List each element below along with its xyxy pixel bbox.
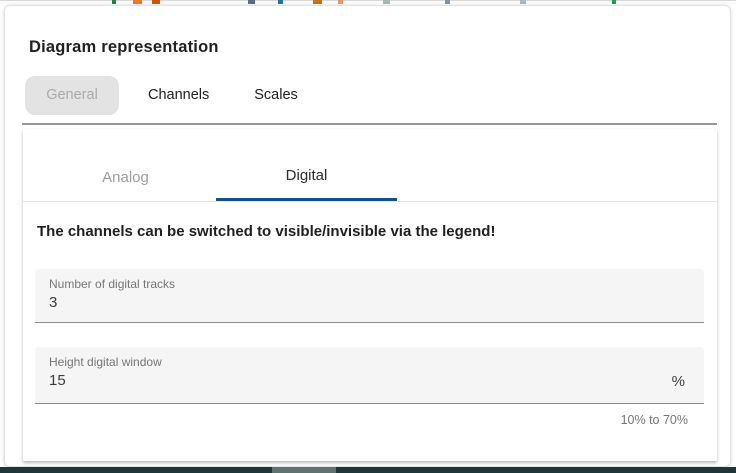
tab-general[interactable]: General <box>25 76 119 115</box>
legend-hint-message: The channels can be switched to visible/… <box>37 223 703 240</box>
number-of-digital-tracks-input[interactable] <box>49 291 656 311</box>
dialog-title: Diagram representation <box>29 38 219 57</box>
background-artifact <box>133 0 142 4</box>
background-page-bottom-edge <box>0 467 736 473</box>
background-artifact <box>383 0 390 4</box>
background-artifact <box>445 0 450 4</box>
diagram-representation-dialog: Diagram representation General Channels … <box>4 5 731 467</box>
number-of-digital-tracks-field: Number of digital tracks <box>35 269 704 323</box>
background-artifact <box>248 0 255 4</box>
background-artifact <box>152 0 160 4</box>
tab-scales[interactable]: Scales <box>254 87 298 103</box>
field-label: Height digital window <box>49 355 690 369</box>
height-digital-window-field: Height digital window % <box>35 347 704 404</box>
background-artifact <box>520 0 526 4</box>
tab-channels[interactable]: Channels <box>148 87 209 103</box>
dialog-tab-bar: General Channels Scales <box>25 75 298 115</box>
tab-bar-divider <box>22 123 717 125</box>
background-artifact <box>272 467 336 473</box>
background-artifact <box>278 0 283 4</box>
background-artifact <box>313 0 322 4</box>
background-hairline <box>0 0 736 1</box>
percent-suffix: % <box>672 373 685 390</box>
subtab-digital[interactable]: Digital <box>216 137 397 201</box>
field-label: Number of digital tracks <box>49 277 690 291</box>
analog-digital-tab-bar: Analog Digital <box>23 129 717 202</box>
background-artifact <box>612 0 616 4</box>
height-digital-window-input[interactable] <box>49 369 656 389</box>
general-settings-card: Analog Digital The channels can be switc… <box>23 129 717 461</box>
digital-settings-fields: Number of digital tracks Height digital … <box>23 269 717 427</box>
range-hint: 10% to 70% <box>35 413 688 427</box>
background-artifact <box>112 0 116 4</box>
background-artifact <box>338 0 343 4</box>
subtab-analog[interactable]: Analog <box>35 137 216 201</box>
